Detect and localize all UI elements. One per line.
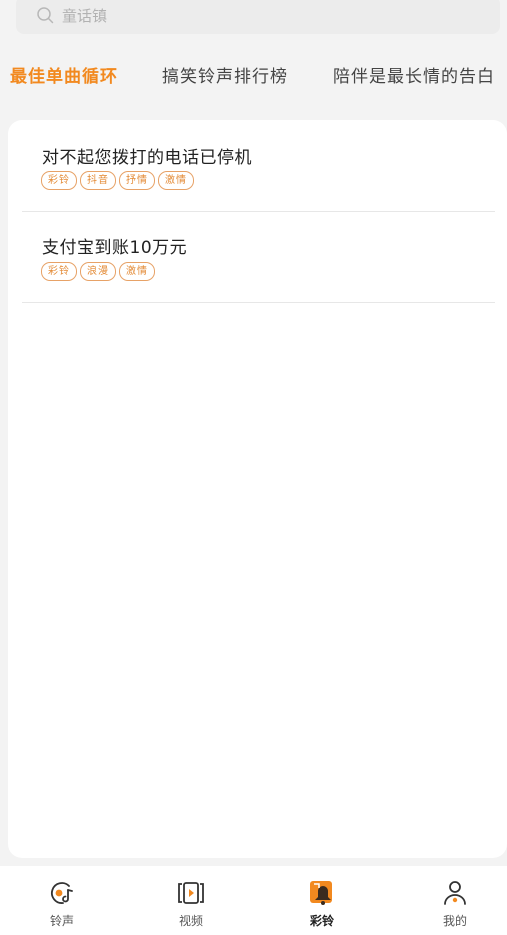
nav-label: 视频 [178,914,203,928]
color-ring-icon [310,881,332,905]
list-item[interactable]: 对不起您拨打的电话已停机 彩铃 抖音 抒情 激情 [22,120,495,212]
nav-item-color-ring[interactable]: 彩铃 [277,866,367,935]
search-placeholder: 童话镇 [62,6,108,25]
profile-icon [444,881,466,905]
nav-item-video[interactable]: 视频 [146,866,236,935]
nav-item-ringtone[interactable]: 铃声 [17,866,107,935]
tab-funny-ringtone-chart[interactable]: 搞笑铃声排行榜 [162,62,288,87]
nav-label: 彩铃 [309,914,334,928]
search-bar[interactable]: 童话镇 [16,0,500,34]
tag-group: 彩铃 浪漫 激情 [41,262,155,281]
tag: 激情 [119,262,155,281]
ringtone-list-card: 对不起您拨打的电话已停机 彩铃 抖音 抒情 激情 支付宝到账10万元 彩铃 浪漫… [8,120,507,858]
tag: 激情 [158,171,194,190]
tag: 彩铃 [41,262,77,281]
nav-label: 铃声 [49,914,74,928]
ringtone-icon [51,882,73,904]
search-icon [37,7,54,24]
list-item[interactable]: 支付宝到账10万元 彩铃 浪漫 激情 [22,212,495,303]
list-item-title: 对不起您拨打的电话已停机 [42,148,252,168]
tag: 抒情 [119,171,155,190]
tag: 彩铃 [41,171,77,190]
tab-best-single-loop[interactable]: 最佳单曲循环 [10,62,118,87]
nav-label: 我的 [442,914,467,928]
nav-item-profile[interactable]: 我的 [410,866,500,935]
video-icon [178,882,204,904]
tab-companionship-confession[interactable]: 陪伴是最长情的告白 [333,62,495,87]
tag: 浪漫 [80,262,116,281]
list-item-title: 支付宝到账10万元 [42,238,188,258]
category-tabs: 最佳单曲循环 搞笑铃声排行榜 陪伴是最长情的告白 [0,62,507,96]
tag: 抖音 [80,171,116,190]
tag-group: 彩铃 抖音 抒情 激情 [41,171,194,190]
bottom-navigation: 铃声 视频 彩铃 我的 [0,866,507,935]
